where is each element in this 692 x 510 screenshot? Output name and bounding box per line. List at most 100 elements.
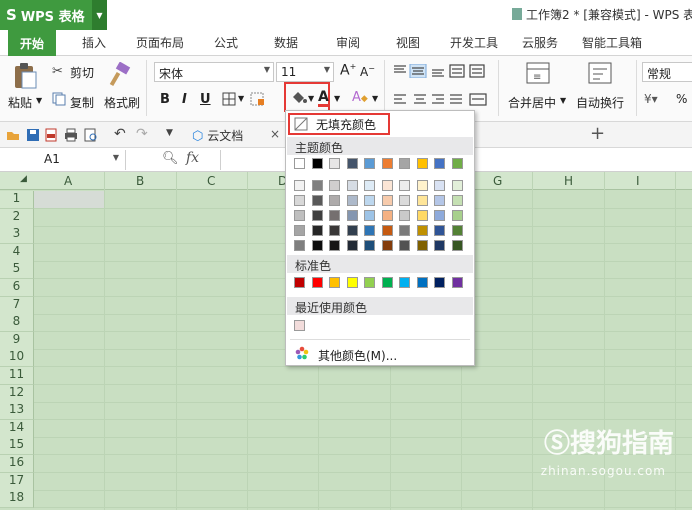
- bold-button[interactable]: B: [160, 92, 170, 107]
- redo-icon[interactable]: ↷: [136, 126, 148, 142]
- column-header-g[interactable]: G: [493, 174, 502, 188]
- paste-dropdown-icon[interactable]: ▼: [36, 96, 42, 105]
- tab-insert[interactable]: 插入: [82, 34, 106, 51]
- paste-button[interactable]: 粘贴: [8, 94, 32, 111]
- theme-shade-swatch[interactable]: [346, 225, 358, 236]
- theme-shade-swatch[interactable]: [364, 240, 375, 251]
- standard-color-swatch[interactable]: [329, 277, 340, 288]
- theme-shade-swatch[interactable]: [416, 225, 428, 236]
- theme-shade-swatch[interactable]: [399, 180, 410, 191]
- theme-shade-swatch[interactable]: [451, 210, 463, 221]
- theme-shade-swatch[interactable]: [381, 180, 393, 191]
- standard-color-swatch[interactable]: [381, 277, 393, 288]
- export-pdf-icon[interactable]: [44, 128, 58, 142]
- theme-color-swatch[interactable]: [364, 158, 375, 169]
- theme-shade-swatch[interactable]: [399, 240, 410, 251]
- theme-color-swatch[interactable]: [329, 158, 340, 169]
- row-header[interactable]: 13: [0, 402, 34, 421]
- theme-shade-swatch[interactable]: [294, 210, 305, 221]
- app-menu-button[interactable]: S WPS 表格: [0, 0, 92, 30]
- standard-color-swatch[interactable]: [294, 277, 305, 288]
- theme-color-swatch[interactable]: [346, 158, 358, 169]
- theme-shade-swatch[interactable]: [434, 225, 445, 236]
- insert-function-button[interactable]: fx: [186, 150, 199, 166]
- column-header-c[interactable]: C: [207, 174, 215, 188]
- open-folder-icon[interactable]: [6, 128, 20, 142]
- theme-shade-swatch[interactable]: [311, 210, 323, 221]
- more-colors-option[interactable]: 其他颜色(M)...: [318, 347, 397, 364]
- standard-color-swatch[interactable]: [399, 277, 410, 288]
- save-icon[interactable]: [26, 128, 40, 142]
- theme-shade-swatch[interactable]: [364, 180, 375, 191]
- tab-data[interactable]: 数据: [274, 34, 298, 51]
- theme-shade-swatch[interactable]: [294, 195, 305, 206]
- app-menu-dropdown-icon[interactable]: ▼: [92, 0, 107, 30]
- border-icon[interactable]: [222, 92, 236, 106]
- theme-color-swatch[interactable]: [416, 158, 428, 169]
- row-header[interactable]: 3: [0, 226, 34, 245]
- copy-button[interactable]: 复制: [70, 94, 94, 111]
- wrap-text-icon[interactable]: [588, 62, 612, 84]
- font-color-dropdown-icon[interactable]: ▼: [334, 94, 340, 103]
- row-header[interactable]: 6: [0, 279, 34, 297]
- theme-shade-swatch[interactable]: [311, 240, 323, 251]
- theme-shade-swatch[interactable]: [399, 195, 410, 206]
- format-painter-icon[interactable]: [108, 62, 132, 88]
- theme-shade-swatch[interactable]: [416, 210, 428, 221]
- theme-color-swatch[interactable]: [311, 158, 323, 169]
- theme-shade-swatch[interactable]: [451, 225, 463, 236]
- cloud-doc-tab[interactable]: ⬡ 云文档: [186, 124, 249, 146]
- theme-shade-swatch[interactable]: [399, 225, 410, 236]
- cell-a1-selected[interactable]: [34, 191, 104, 209]
- tab-review[interactable]: 审阅: [336, 34, 360, 51]
- theme-shade-swatch[interactable]: [294, 180, 305, 191]
- tab-cloud-service[interactable]: 云服务: [522, 34, 558, 51]
- border-dropdown-icon[interactable]: ▼: [238, 94, 244, 103]
- increase-font-size-icon[interactable]: A+: [340, 62, 356, 79]
- merge-center-dropdown-icon[interactable]: ▼: [560, 96, 566, 105]
- clear-format-dropdown-icon[interactable]: ▼: [372, 94, 378, 103]
- italic-button[interactable]: I: [182, 92, 187, 107]
- new-tab-plus-icon[interactable]: +: [590, 123, 605, 144]
- zoom-formula-icon[interactable]: 🔍︎: [162, 151, 179, 166]
- tab-home[interactable]: 开始: [8, 30, 57, 56]
- theme-shade-swatch[interactable]: [346, 195, 358, 206]
- decrease-font-size-icon[interactable]: A−: [360, 64, 375, 79]
- theme-shade-swatch[interactable]: [329, 210, 340, 221]
- tab-formulas[interactable]: 公式: [214, 34, 238, 51]
- row-header[interactable]: 17: [0, 472, 34, 491]
- theme-shade-swatch[interactable]: [294, 225, 305, 236]
- theme-shade-swatch[interactable]: [329, 240, 340, 251]
- row-header[interactable]: 10: [0, 349, 34, 368]
- paste-icon[interactable]: [12, 62, 38, 90]
- theme-color-swatch[interactable]: [381, 158, 393, 169]
- theme-shade-swatch[interactable]: [364, 195, 375, 206]
- theme-shade-swatch[interactable]: [434, 210, 445, 221]
- theme-shade-swatch[interactable]: [346, 180, 358, 191]
- percent-button[interactable]: %: [676, 92, 687, 106]
- theme-shade-swatch[interactable]: [434, 240, 445, 251]
- currency-icon[interactable]: ¥▾: [644, 92, 658, 106]
- theme-color-swatch[interactable]: [434, 158, 445, 169]
- theme-shade-swatch[interactable]: [311, 195, 323, 206]
- standard-color-swatch[interactable]: [346, 277, 358, 288]
- theme-shade-swatch[interactable]: [399, 210, 410, 221]
- standard-color-swatch[interactable]: [364, 277, 375, 288]
- theme-shade-swatch[interactable]: [381, 225, 393, 236]
- theme-shade-swatch[interactable]: [364, 210, 375, 221]
- theme-shade-swatch[interactable]: [329, 195, 340, 206]
- theme-shade-swatch[interactable]: [381, 195, 393, 206]
- row-header[interactable]: 14: [0, 419, 34, 438]
- cell-style-icon[interactable]: [250, 92, 266, 106]
- cut-button[interactable]: 剪切: [70, 64, 94, 81]
- row-header[interactable]: 11: [0, 367, 34, 385]
- customize-toolbar-icon[interactable]: ▼: [166, 128, 173, 138]
- theme-shade-swatch[interactable]: [311, 180, 323, 191]
- theme-shade-swatch[interactable]: [311, 225, 323, 236]
- tab-view[interactable]: 视图: [396, 34, 420, 51]
- theme-color-swatch[interactable]: [399, 158, 410, 169]
- column-header-h[interactable]: H: [564, 174, 573, 188]
- standard-color-swatch[interactable]: [416, 277, 428, 288]
- wrap-text-button[interactable]: 自动换行: [576, 94, 624, 111]
- row-header[interactable]: 1: [0, 191, 34, 209]
